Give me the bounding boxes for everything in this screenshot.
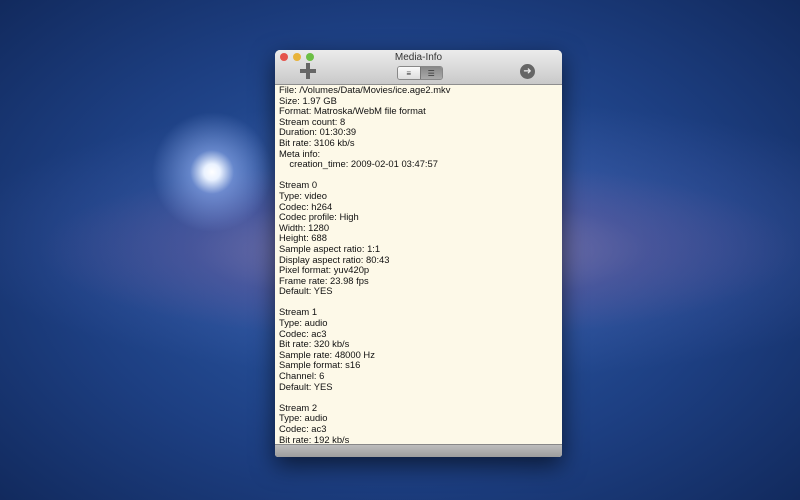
arrow-right-icon[interactable]: ➜: [520, 64, 535, 79]
info-line: Sample aspect ratio: 1:1: [279, 242, 381, 254]
info-line: File: /Volumes/Data/Movies/ice.age2.mkv: [279, 85, 451, 95]
info-line: Type: video: [279, 189, 327, 201]
info-line: Bit rate: 3106 kb/s: [279, 136, 355, 148]
info-line: Codec: ac3: [279, 423, 327, 434]
view-segmented-control[interactable]: ≡ ☰: [397, 66, 443, 80]
text-view-button[interactable]: ≡: [398, 67, 420, 79]
info-line: [279, 392, 558, 403]
info-line: [279, 170, 558, 181]
info-line: creation_time: 2009-02-01 03:47:57: [279, 158, 438, 170]
bottom-bar: [275, 444, 562, 457]
plus-icon[interactable]: [300, 63, 316, 79]
title-bar: Media-Info ≡ ☰ ➜: [275, 50, 562, 85]
list-view-button[interactable]: ☰: [419, 67, 442, 79]
media-info-text: File: /Volumes/Data/Movies/ice.age2.mkv S…: [275, 85, 562, 445]
window-title: Media-Info: [394, 52, 443, 63]
info-line: [279, 297, 558, 308]
media-info-window: Media-Info ≡ ☰ ➜ File: /Volumes/Data/Mov…: [275, 50, 562, 457]
info-line: Default: YES: [279, 380, 333, 392]
info-line: Default: YES: [279, 285, 333, 297]
